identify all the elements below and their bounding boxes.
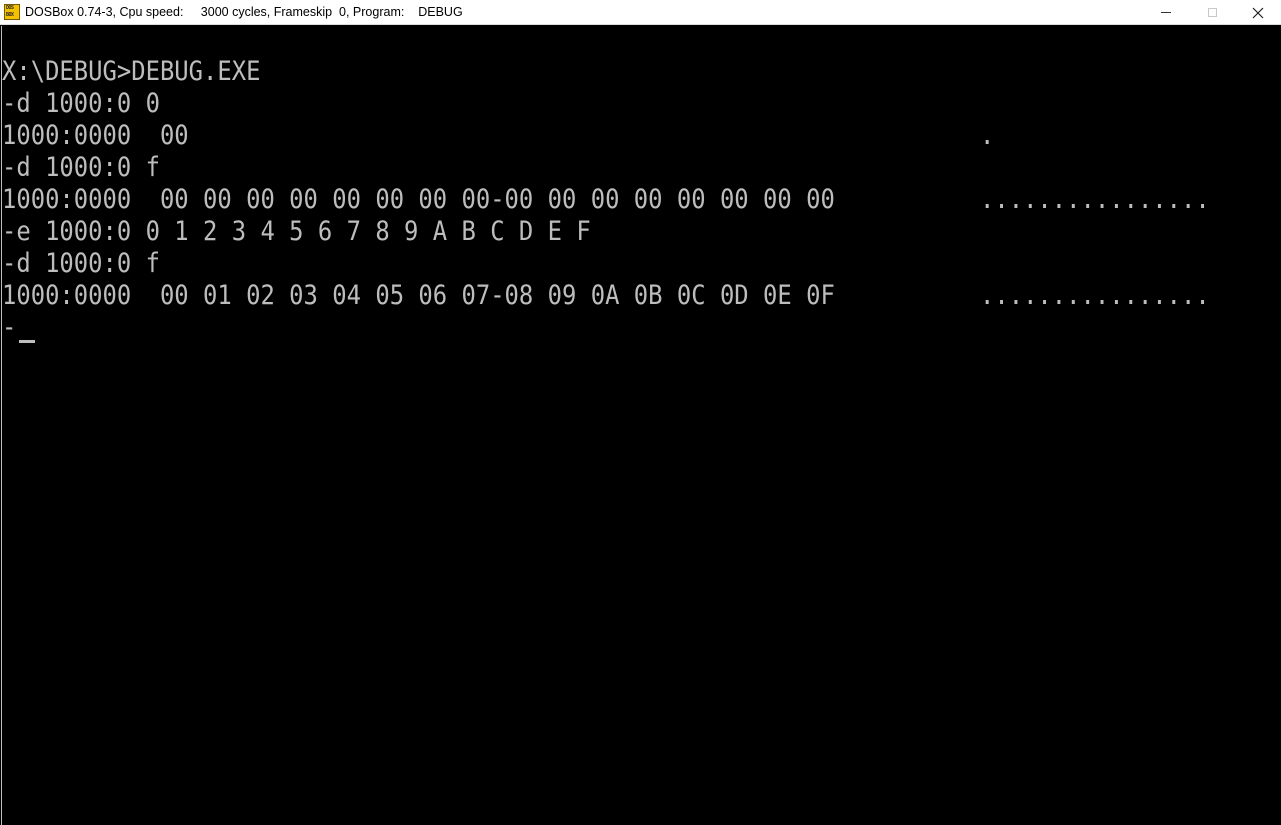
title-bar[interactable]: DOS BOX DOSBox 0.74-3, Cpu speed: 3000 c… — [0, 0, 1281, 25]
console-line: -e 1000:0 0 1 2 3 4 5 6 7 8 9 A B C D E … — [2, 216, 591, 247]
dosbox-window: DOS BOX DOSBox 0.74-3, Cpu speed: 3000 c… — [0, 0, 1281, 825]
minimize-icon — [1161, 12, 1171, 13]
ascii-dump: . — [980, 120, 995, 151]
ascii-dump: ................ — [980, 280, 1210, 311]
command-prompt: - — [2, 312, 17, 343]
dos-console[interactable]: X:\DEBUG>DEBUG.EXE -d 1000:0 0 1000:0000… — [1, 26, 1280, 825]
console-line: 1000:0000 00 00 00 00 00 00 00 00-00 00 … — [2, 184, 835, 215]
close-icon — [1252, 7, 1264, 18]
ascii-dump: ................ — [980, 184, 1210, 215]
console-line: X:\DEBUG>DEBUG.EXE — [2, 56, 261, 87]
close-button[interactable] — [1235, 0, 1281, 25]
icon-label-bottom: BOX — [6, 12, 14, 18]
dosbox-icon[interactable]: DOS BOX — [4, 4, 20, 20]
console-line: -d 1000:0 f — [2, 152, 160, 183]
icon-label-top: DOS — [6, 5, 14, 11]
console-line: 1000:0000 00 01 02 03 04 05 06 07-08 09 … — [2, 280, 835, 311]
console-line: -d 1000:0 f — [2, 248, 160, 279]
maximize-button[interactable] — [1189, 0, 1235, 25]
window-title: DOSBox 0.74-3, Cpu speed: 3000 cycles, F… — [25, 5, 463, 19]
console-line: 1000:0000 00 — [2, 120, 189, 151]
text-cursor — [19, 340, 35, 343]
maximize-icon — [1207, 8, 1217, 17]
console-line: -d 1000:0 0 — [2, 88, 160, 119]
minimize-button[interactable] — [1143, 0, 1189, 25]
